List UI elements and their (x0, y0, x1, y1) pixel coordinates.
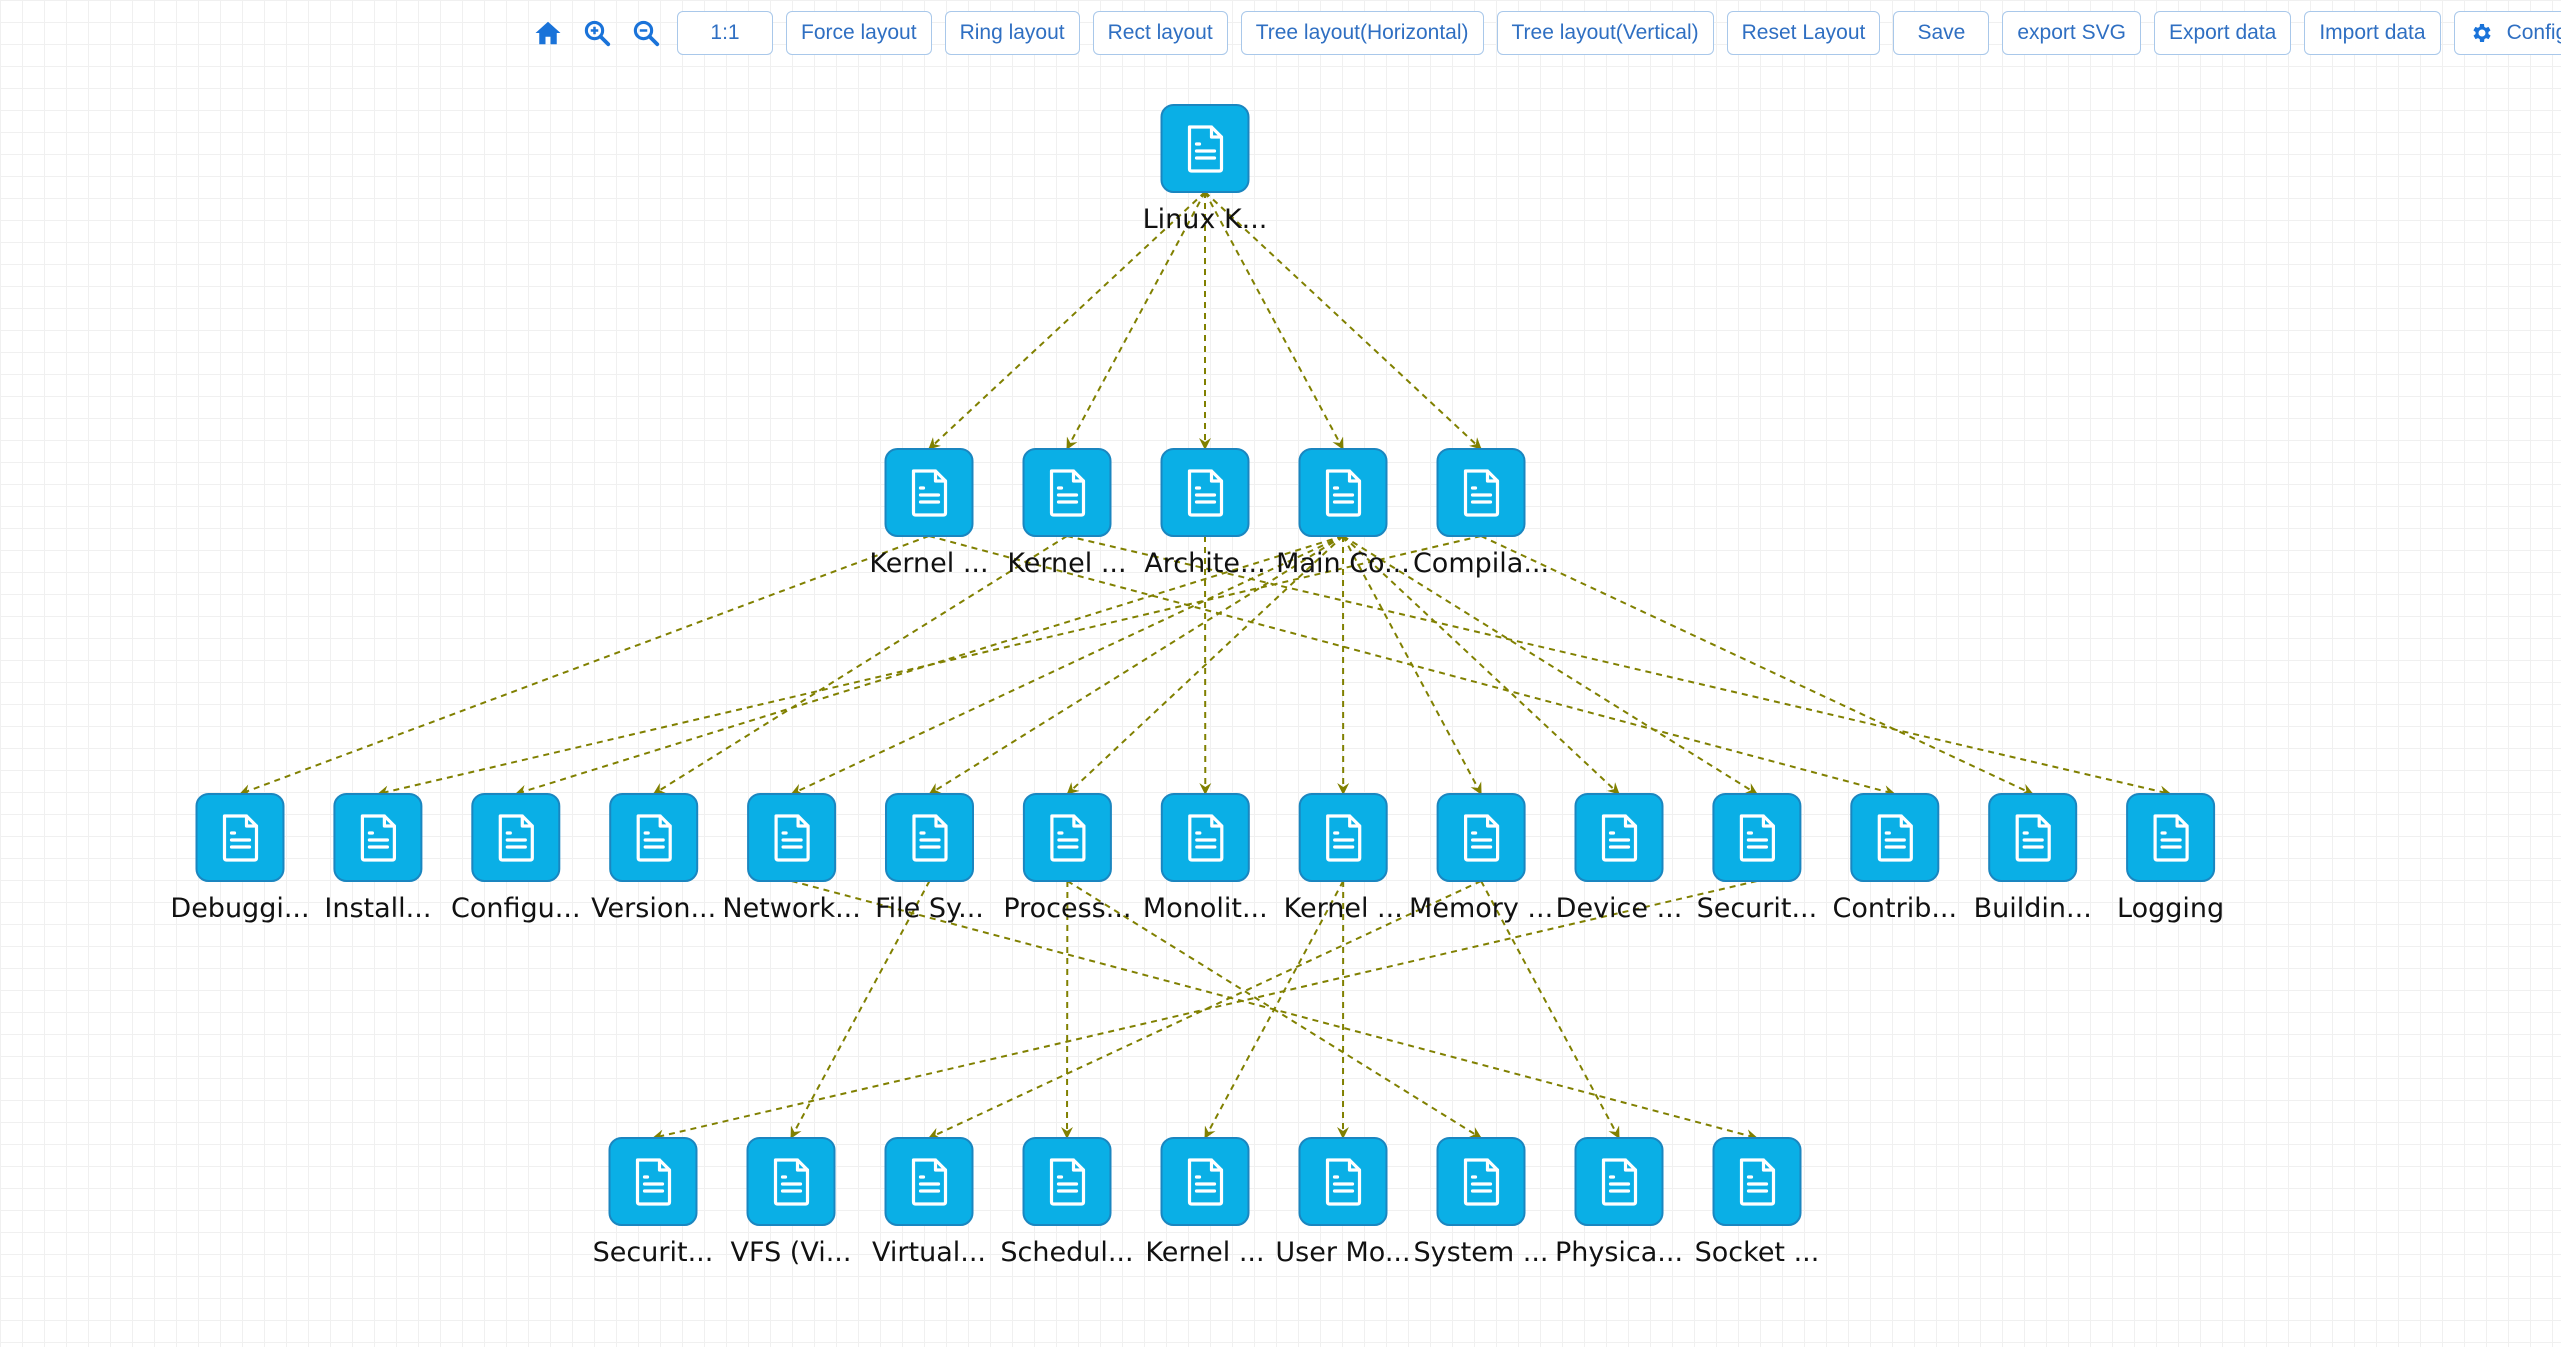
node-label: Kernel ... (1284, 893, 1403, 924)
node-l2_network[interactable]: Network... (722, 793, 861, 924)
node-l1_mainco[interactable]: Main Co... (1276, 448, 1410, 579)
node-l3_system[interactable]: System ... (1413, 1137, 1549, 1268)
node-label: Securit... (1697, 893, 1818, 924)
node-box[interactable] (1850, 793, 1940, 882)
edge-l1_compila-to-l2_buildin[interactable] (1480, 535, 2034, 795)
node-label: User Mo... (1275, 1237, 1410, 1268)
node-l2_debuggi[interactable]: Debuggi... (170, 793, 310, 924)
node-box[interactable] (885, 793, 974, 882)
node-box[interactable] (1022, 448, 1112, 537)
node-l2_securit[interactable]: Securit... (1697, 793, 1818, 924)
node-l2_install[interactable]: Install... (324, 793, 431, 924)
node-label: Buildin... (1974, 893, 2092, 924)
node-l3_vfs[interactable]: VFS (Vi... (731, 1137, 852, 1268)
node-l2_contrib[interactable]: Contrib... (1833, 793, 1958, 924)
node-box[interactable] (1574, 793, 1664, 882)
node-label: Schedul... (1000, 1237, 1133, 1268)
node-l2_filesy[interactable]: File Sy... (875, 793, 984, 924)
node-l1_compila[interactable]: Compila... (1413, 448, 1549, 579)
node-l2_buildin[interactable]: Buildin... (1974, 793, 2092, 924)
node-box[interactable] (1160, 104, 1250, 193)
node-box[interactable] (884, 448, 974, 537)
node-box[interactable] (1298, 1137, 1388, 1226)
node-l3_usermo[interactable]: User Mo... (1275, 1137, 1411, 1268)
graph-canvas[interactable]: Linux K... Kernel ... Kernel ... Archite...… (0, 0, 2561, 1347)
node-l2_logging[interactable]: Logging (2117, 793, 2224, 924)
node-l3_schedul[interactable]: Schedul... (1000, 1137, 1134, 1268)
node-l2_monolit[interactable]: Monolit... (1143, 793, 1268, 924)
node-box[interactable] (1298, 793, 1388, 882)
node-box[interactable] (609, 793, 699, 882)
node-box[interactable] (1712, 793, 1802, 882)
node-l1_kernel_a[interactable]: Kernel ... (869, 448, 989, 579)
node-l2_process[interactable]: Process... (1003, 793, 1131, 924)
node-l1_archite[interactable]: Archite... (1144, 448, 1266, 579)
node-label: VFS (Vi... (731, 1237, 852, 1268)
node-box[interactable] (608, 1137, 698, 1226)
node-label: Physica... (1555, 1237, 1683, 1268)
node-label: Securit... (593, 1237, 714, 1268)
edge-l1_kernel_b-to-l2_version[interactable] (652, 535, 1068, 795)
node-label: Virtual... (872, 1237, 986, 1268)
node-label: Memory ... (1409, 893, 1553, 924)
node-label: Install... (324, 893, 431, 924)
node-label: Contrib... (1833, 893, 1958, 924)
node-l3_kernel[interactable]: Kernel ... (1145, 1137, 1265, 1268)
node-label: System ... (1413, 1237, 1548, 1268)
node-box[interactable] (1022, 793, 1112, 882)
node-l2_configu[interactable]: Configu... (451, 793, 581, 924)
node-label: Kernel ... (1007, 548, 1126, 579)
node-label: Socket ... (1695, 1237, 1820, 1268)
node-box[interactable] (1160, 1137, 1250, 1226)
node-root[interactable]: Linux K... (1143, 104, 1268, 235)
node-label: Linux K... (1143, 204, 1268, 235)
edges-layer (239, 191, 2172, 1142)
node-box[interactable] (1436, 1137, 1526, 1226)
node-label: Kernel ... (869, 548, 988, 579)
node-box[interactable] (1160, 793, 1250, 882)
node-label: Logging (2117, 893, 2224, 924)
node-box[interactable] (1988, 793, 2078, 882)
node-box[interactable] (471, 793, 561, 882)
node-l2_kernel[interactable]: Kernel ... (1284, 793, 1403, 924)
nodes-layer: Linux K... Kernel ... Kernel ... Archite...… (170, 104, 2224, 1268)
node-label: Monolit... (1143, 893, 1268, 924)
node-box[interactable] (333, 793, 423, 882)
node-label: Main Co... (1276, 548, 1410, 579)
node-box[interactable] (1022, 1137, 1112, 1226)
node-l3_socket[interactable]: Socket ... (1695, 1137, 1820, 1268)
node-label: File Sy... (875, 893, 984, 924)
node-box[interactable] (1436, 448, 1526, 537)
node-label: Version... (591, 893, 716, 924)
node-label: Process... (1003, 893, 1131, 924)
node-label: Network... (722, 893, 860, 924)
node-label: Device ... (1556, 893, 1683, 924)
node-box[interactable] (1712, 1137, 1802, 1226)
node-label: Configu... (451, 893, 581, 924)
node-l3_virtual[interactable]: Virtual... (872, 1137, 986, 1268)
node-box[interactable] (747, 793, 837, 882)
node-l3_securit[interactable]: Securit... (593, 1137, 714, 1268)
node-box[interactable] (884, 1137, 974, 1226)
node-box[interactable] (1574, 1137, 1664, 1226)
node-box[interactable] (1436, 793, 1526, 882)
node-l2_device[interactable]: Device ... (1556, 793, 1683, 924)
node-l3_physica[interactable]: Physica... (1555, 1137, 1683, 1268)
node-box[interactable] (1160, 448, 1250, 537)
node-box[interactable] (2126, 793, 2216, 882)
node-label: Debuggi... (170, 893, 309, 924)
node-box[interactable] (1298, 448, 1388, 537)
node-l2_memory[interactable]: Memory ... (1409, 793, 1553, 924)
edge-l1_kernel_a-to-l2_debuggi[interactable] (239, 535, 930, 796)
node-label: Archite... (1144, 548, 1265, 579)
node-box[interactable] (746, 1137, 836, 1226)
node-box[interactable] (195, 793, 285, 882)
node-l2_version[interactable]: Version... (591, 793, 716, 924)
node-label: Kernel ... (1145, 1237, 1264, 1268)
node-l1_kernel_b[interactable]: Kernel ... (1007, 448, 1127, 579)
node-label: Compila... (1413, 548, 1549, 579)
